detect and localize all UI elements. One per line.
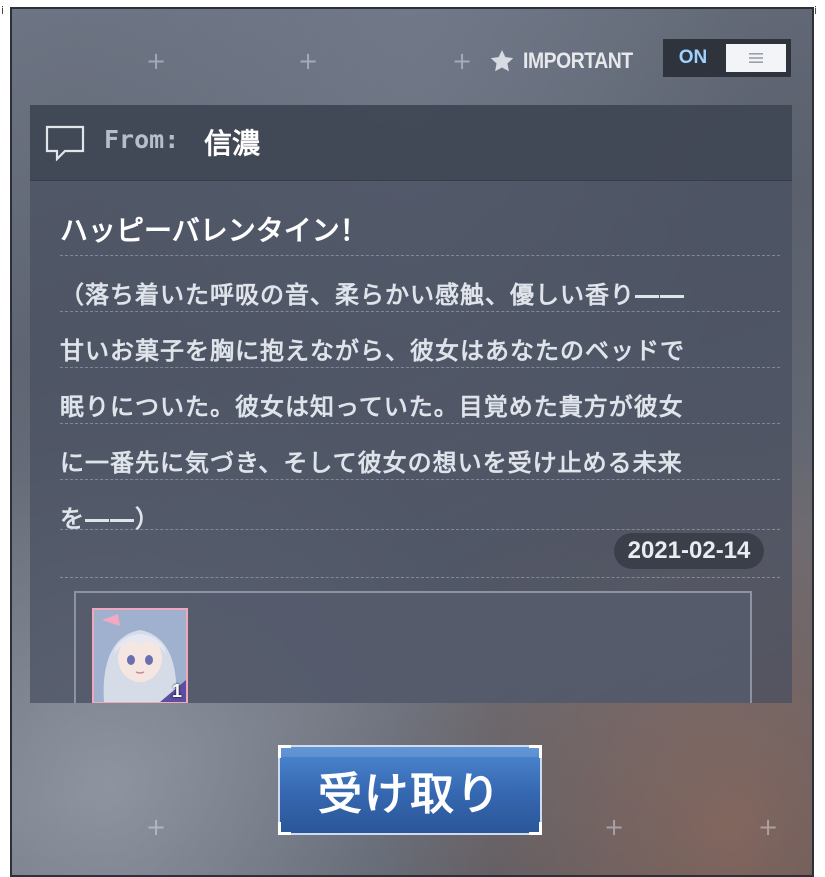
attachment-box: 1 bbox=[74, 591, 752, 703]
from-label: From: bbox=[104, 125, 180, 154]
chat-bubble-icon bbox=[45, 125, 85, 161]
toggle-knob[interactable] bbox=[726, 44, 786, 72]
window-edge-mark: i bbox=[1, 4, 5, 17]
divider bbox=[60, 577, 780, 578]
button-corner bbox=[278, 822, 291, 835]
mail-body-line: 眠りについた。彼女は知っていた。目覚めた貴方が彼女 bbox=[60, 393, 684, 421]
divider bbox=[60, 255, 780, 256]
mail-body-line: に一番先に気づき、そして彼女の想いを受け止める未来 bbox=[60, 449, 683, 477]
mail-panel: From: 信濃 ハッピーバレンタイン！ （落ち着いた呼吸の音、柔らかい感触、優… bbox=[30, 105, 792, 703]
decor-plus: + bbox=[452, 47, 473, 75]
window-edge-mark: i bbox=[814, 4, 818, 17]
divider bbox=[60, 311, 780, 312]
attachment-item[interactable]: 1 bbox=[92, 608, 188, 703]
item-count: 1 bbox=[171, 681, 182, 701]
mail-window: + + + + + + IMPORTANT ON From: 信濃 ハッピーバレ bbox=[10, 7, 814, 877]
divider bbox=[60, 367, 780, 368]
mail-title: ハッピーバレンタイン！ bbox=[60, 214, 368, 247]
divider bbox=[60, 479, 780, 480]
star-icon bbox=[490, 49, 514, 72]
receive-button[interactable]: 受け取り bbox=[278, 745, 542, 835]
sender-name: 信濃 bbox=[204, 127, 261, 160]
menu-icon bbox=[749, 53, 763, 63]
important-label: IMPORTANT bbox=[523, 48, 633, 73]
receive-button-label: 受け取り bbox=[318, 769, 502, 820]
decor-plus: + bbox=[146, 47, 167, 75]
button-corner bbox=[278, 745, 291, 758]
decor-plus: + bbox=[758, 813, 779, 841]
button-corner bbox=[529, 745, 542, 758]
mail-date-badge: 2021-02-14 bbox=[614, 533, 764, 569]
button-corner bbox=[529, 822, 542, 835]
decor-plus: + bbox=[298, 47, 319, 75]
divider bbox=[60, 529, 780, 530]
important-toggle[interactable]: ON bbox=[663, 39, 791, 77]
mail-header: From: 信濃 bbox=[30, 105, 792, 181]
mail-body-line: 甘いお菓子を胸に抱えながら、彼女はあなたのベッドで bbox=[60, 337, 685, 365]
mail-body-line: （落ち着いた呼吸の音、柔らかい感触、優しい香り―― bbox=[60, 281, 685, 309]
toggle-on-label: ON bbox=[678, 47, 708, 68]
divider bbox=[60, 423, 780, 424]
important-filter: IMPORTANT bbox=[489, 43, 648, 79]
decor-plus: + bbox=[146, 813, 167, 841]
decor-plus: + bbox=[604, 813, 625, 841]
